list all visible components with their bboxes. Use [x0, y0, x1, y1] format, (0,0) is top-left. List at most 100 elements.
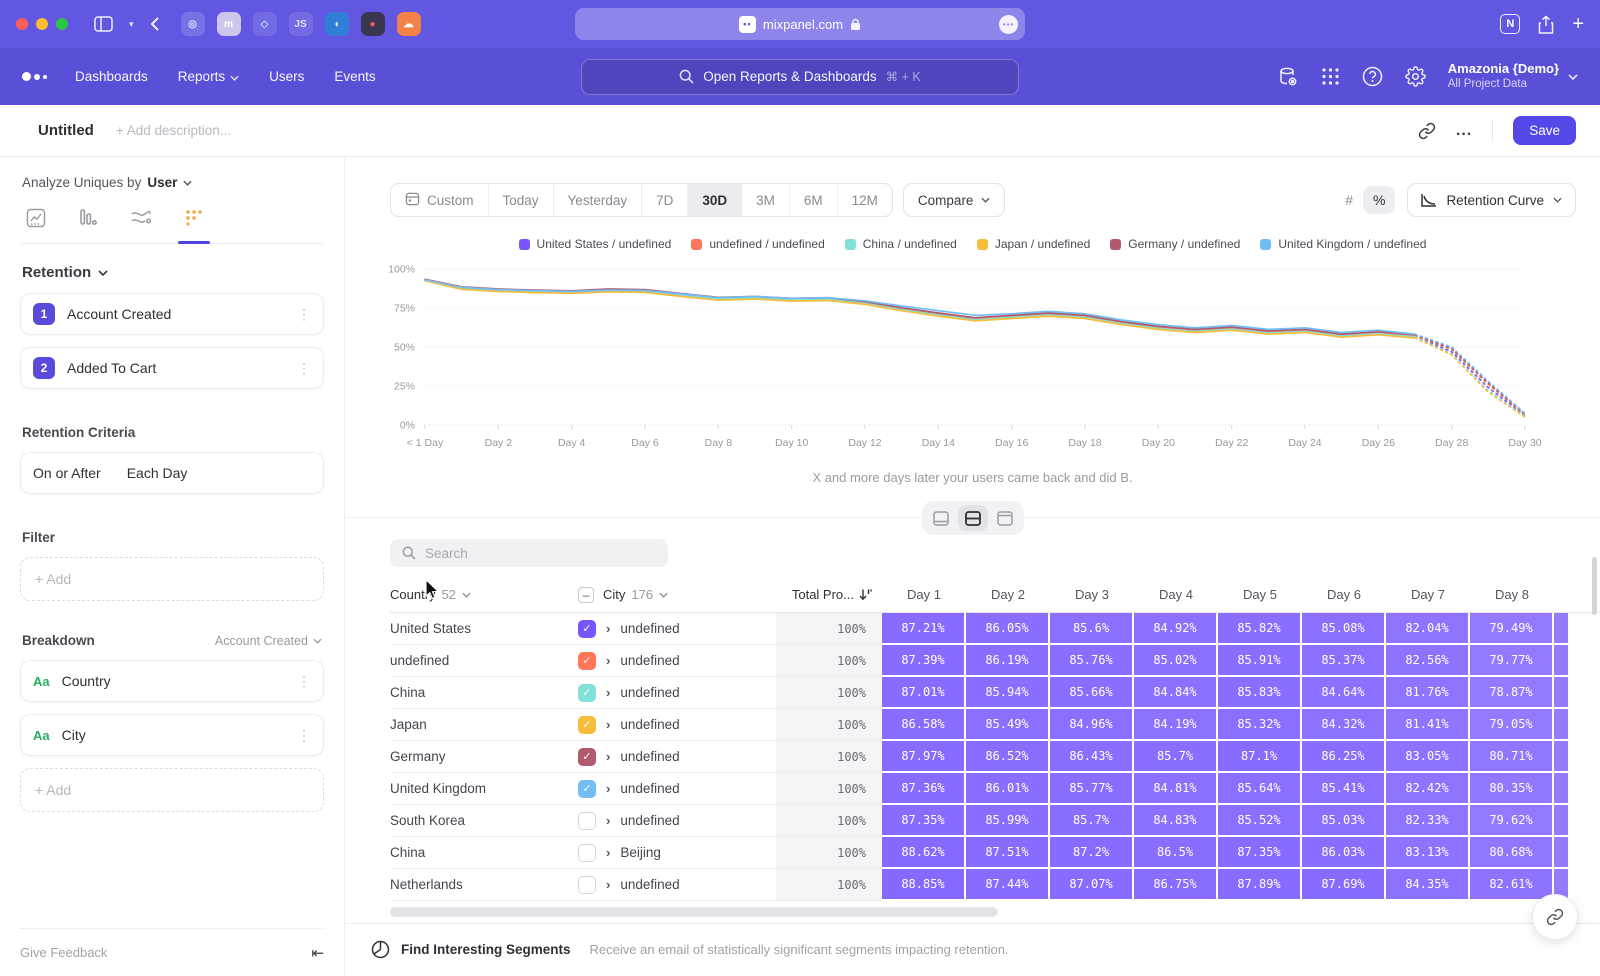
legend-item[interactable]: United States / undefined	[519, 237, 672, 251]
retention-value-cell[interactable]: 85.64%	[1218, 773, 1302, 805]
legend-item[interactable]: China / undefined	[845, 237, 957, 251]
expand-row-icon[interactable]: ›	[606, 621, 610, 636]
day-column-header[interactable]: Day 8	[1470, 577, 1554, 612]
collapse-sidebar-icon[interactable]: ⇤	[311, 944, 324, 962]
minimize-window-button[interactable]	[36, 18, 48, 30]
soundcloud-icon[interactable]: ☁	[397, 12, 421, 36]
retention-value-cell[interactable]: 86.43%	[1050, 741, 1134, 773]
retention-value-cell[interactable]: 80.35%	[1470, 773, 1554, 805]
expand-row-icon[interactable]: ›	[606, 749, 610, 764]
chart-only-view-button[interactable]	[926, 505, 956, 531]
share-icon[interactable]	[1538, 15, 1554, 34]
expand-row-icon[interactable]: ›	[606, 877, 610, 892]
retention-value-cell[interactable]: 84.81%	[1134, 773, 1218, 805]
legend-item[interactable]: undefined / undefined	[691, 237, 824, 251]
day-column-header[interactable]: Day 3	[1050, 577, 1134, 612]
criteria-operator[interactable]: On or After	[33, 465, 101, 481]
retention-value-cell[interactable]: 85.94%	[966, 677, 1050, 709]
expand-row-icon[interactable]: ›	[606, 717, 610, 732]
range-30d[interactable]: 30D	[688, 184, 742, 216]
retention-value-cell[interactable]: 83.05%	[1386, 741, 1470, 773]
table-row[interactable]: United States✓›undefined100%87.21%86.05%…	[390, 613, 1600, 645]
retention-value-cell[interactable]: 79.49%	[1470, 613, 1554, 645]
nav-item-events[interactable]: Events	[334, 69, 375, 84]
day-column-header[interactable]: Day 6	[1302, 577, 1386, 612]
retention-value-cell[interactable]: 87.39%	[882, 645, 966, 677]
table-row[interactable]: South Korea›undefined100%87.35%85.99%85.…	[390, 805, 1600, 837]
nav-item-dashboards[interactable]: Dashboards	[75, 69, 148, 84]
close-window-button[interactable]	[16, 18, 28, 30]
retention-value-cell[interactable]: 86.19%	[966, 645, 1050, 677]
row-checkbox[interactable]: ✓	[578, 652, 596, 670]
city-column-header[interactable]: – City 176	[578, 577, 776, 612]
retention-value-cell[interactable]: 81.76%	[1386, 677, 1470, 709]
retention-value-cell[interactable]: 84.84%	[1134, 677, 1218, 709]
retention-value-cell[interactable]: 85.02%	[1134, 645, 1218, 677]
report-title[interactable]: Untitled	[38, 122, 94, 139]
m-extension-icon[interactable]: m	[217, 12, 241, 36]
row-checkbox[interactable]: ✓	[578, 780, 596, 798]
retention-value-cell[interactable]: 82.04%	[1386, 613, 1470, 645]
retention-value-cell[interactable]: 85.08%	[1302, 613, 1386, 645]
retention-section-title[interactable]: Retention	[22, 264, 322, 281]
row-checkbox[interactable]: ✓	[578, 748, 596, 766]
add-description[interactable]: + Add description...	[116, 123, 231, 138]
table-row[interactable]: undefined✓›undefined100%87.39%86.19%85.7…	[390, 645, 1600, 677]
add-breakdown-button[interactable]: + Add	[20, 768, 324, 812]
breakdown-card[interactable]: AaCountry⋮	[20, 660, 324, 702]
retention-value-cell[interactable]: 79.77%	[1470, 645, 1554, 677]
retention-value-cell[interactable]: 85.76%	[1050, 645, 1134, 677]
retention-value-cell[interactable]: 87.89%	[1218, 869, 1302, 901]
range-3m[interactable]: 3M	[742, 184, 790, 216]
day-column-header[interactable]: Day 4	[1134, 577, 1218, 612]
breakdown-event-selector[interactable]: Account Created	[215, 634, 322, 648]
retention-value-cell[interactable]: 85.83%	[1218, 677, 1302, 709]
retention-value-cell[interactable]: 86.05%	[966, 613, 1050, 645]
retention-value-cell[interactable]: 88.62%	[882, 837, 966, 869]
box-icon[interactable]: ◇	[253, 12, 277, 36]
day-column-header[interactable]: Day 7	[1386, 577, 1470, 612]
row-checkbox[interactable]: ✓	[578, 716, 596, 734]
retention-value-cell[interactable]: 85.66%	[1050, 677, 1134, 709]
retention-value-cell[interactable]: 88.85%	[882, 869, 966, 901]
new-tab-icon[interactable]: +	[1572, 14, 1584, 34]
retention-value-cell[interactable]: 85.91%	[1218, 645, 1302, 677]
compare-button[interactable]: Compare	[903, 183, 1006, 217]
retention-value-cell[interactable]: 78.87%	[1470, 677, 1554, 709]
expand-row-icon[interactable]: ›	[606, 653, 610, 668]
range-12m[interactable]: 12M	[838, 184, 892, 216]
expand-row-icon[interactable]: ›	[606, 685, 610, 700]
horizontal-scrollbar[interactable]	[390, 907, 998, 916]
retention-value-cell[interactable]: 87.35%	[1218, 837, 1302, 869]
kebab-menu-icon[interactable]: ⋮	[297, 306, 311, 323]
apps-grid-icon[interactable]	[1321, 67, 1340, 86]
retention-value-cell[interactable]: 86.5%	[1134, 837, 1218, 869]
chevron-down-icon[interactable]: ▾	[129, 19, 134, 30]
row-checkbox[interactable]	[578, 812, 596, 830]
vertical-scrollbar[interactable]	[1592, 557, 1597, 615]
zoom-window-button[interactable]	[56, 18, 68, 30]
retention-value-cell[interactable]: 87.1%	[1218, 741, 1302, 773]
retention-value-cell[interactable]: 85.82%	[1218, 613, 1302, 645]
retention-value-cell[interactable]: 84.19%	[1134, 709, 1218, 741]
row-checkbox[interactable]	[578, 844, 596, 862]
criteria-frequency[interactable]: Each Day	[127, 465, 188, 481]
range-7d[interactable]: 7D	[642, 184, 688, 216]
js-icon[interactable]: JS	[289, 12, 313, 36]
retention-value-cell[interactable]: 86.03%	[1302, 837, 1386, 869]
retention-value-cell[interactable]: 85.49%	[966, 709, 1050, 741]
retention-value-cell[interactable]: 80.68%	[1470, 837, 1554, 869]
expand-row-icon[interactable]: ›	[606, 845, 610, 860]
kebab-menu-icon[interactable]: ⋮	[297, 360, 311, 377]
table-row[interactable]: China›Beijing100%88.62%87.51%87.2%86.5%8…	[390, 837, 1600, 869]
retention-value-cell[interactable]: 87.35%	[882, 805, 966, 837]
total-column-header[interactable]: Total Pro...	[776, 577, 882, 612]
retention-value-cell[interactable]: 84.32%	[1302, 709, 1386, 741]
country-column-header[interactable]: Country 52	[390, 577, 578, 612]
legend-item[interactable]: United Kingdom / undefined	[1260, 237, 1426, 251]
project-switcher[interactable]: Amazonia {Demo} All Project Data	[1448, 61, 1578, 92]
row-checkbox[interactable]: ✓	[578, 684, 596, 702]
tab-flows[interactable]	[126, 206, 156, 243]
segments-title[interactable]: Find Interesting Segments	[401, 942, 571, 957]
save-button[interactable]: Save	[1513, 116, 1576, 145]
